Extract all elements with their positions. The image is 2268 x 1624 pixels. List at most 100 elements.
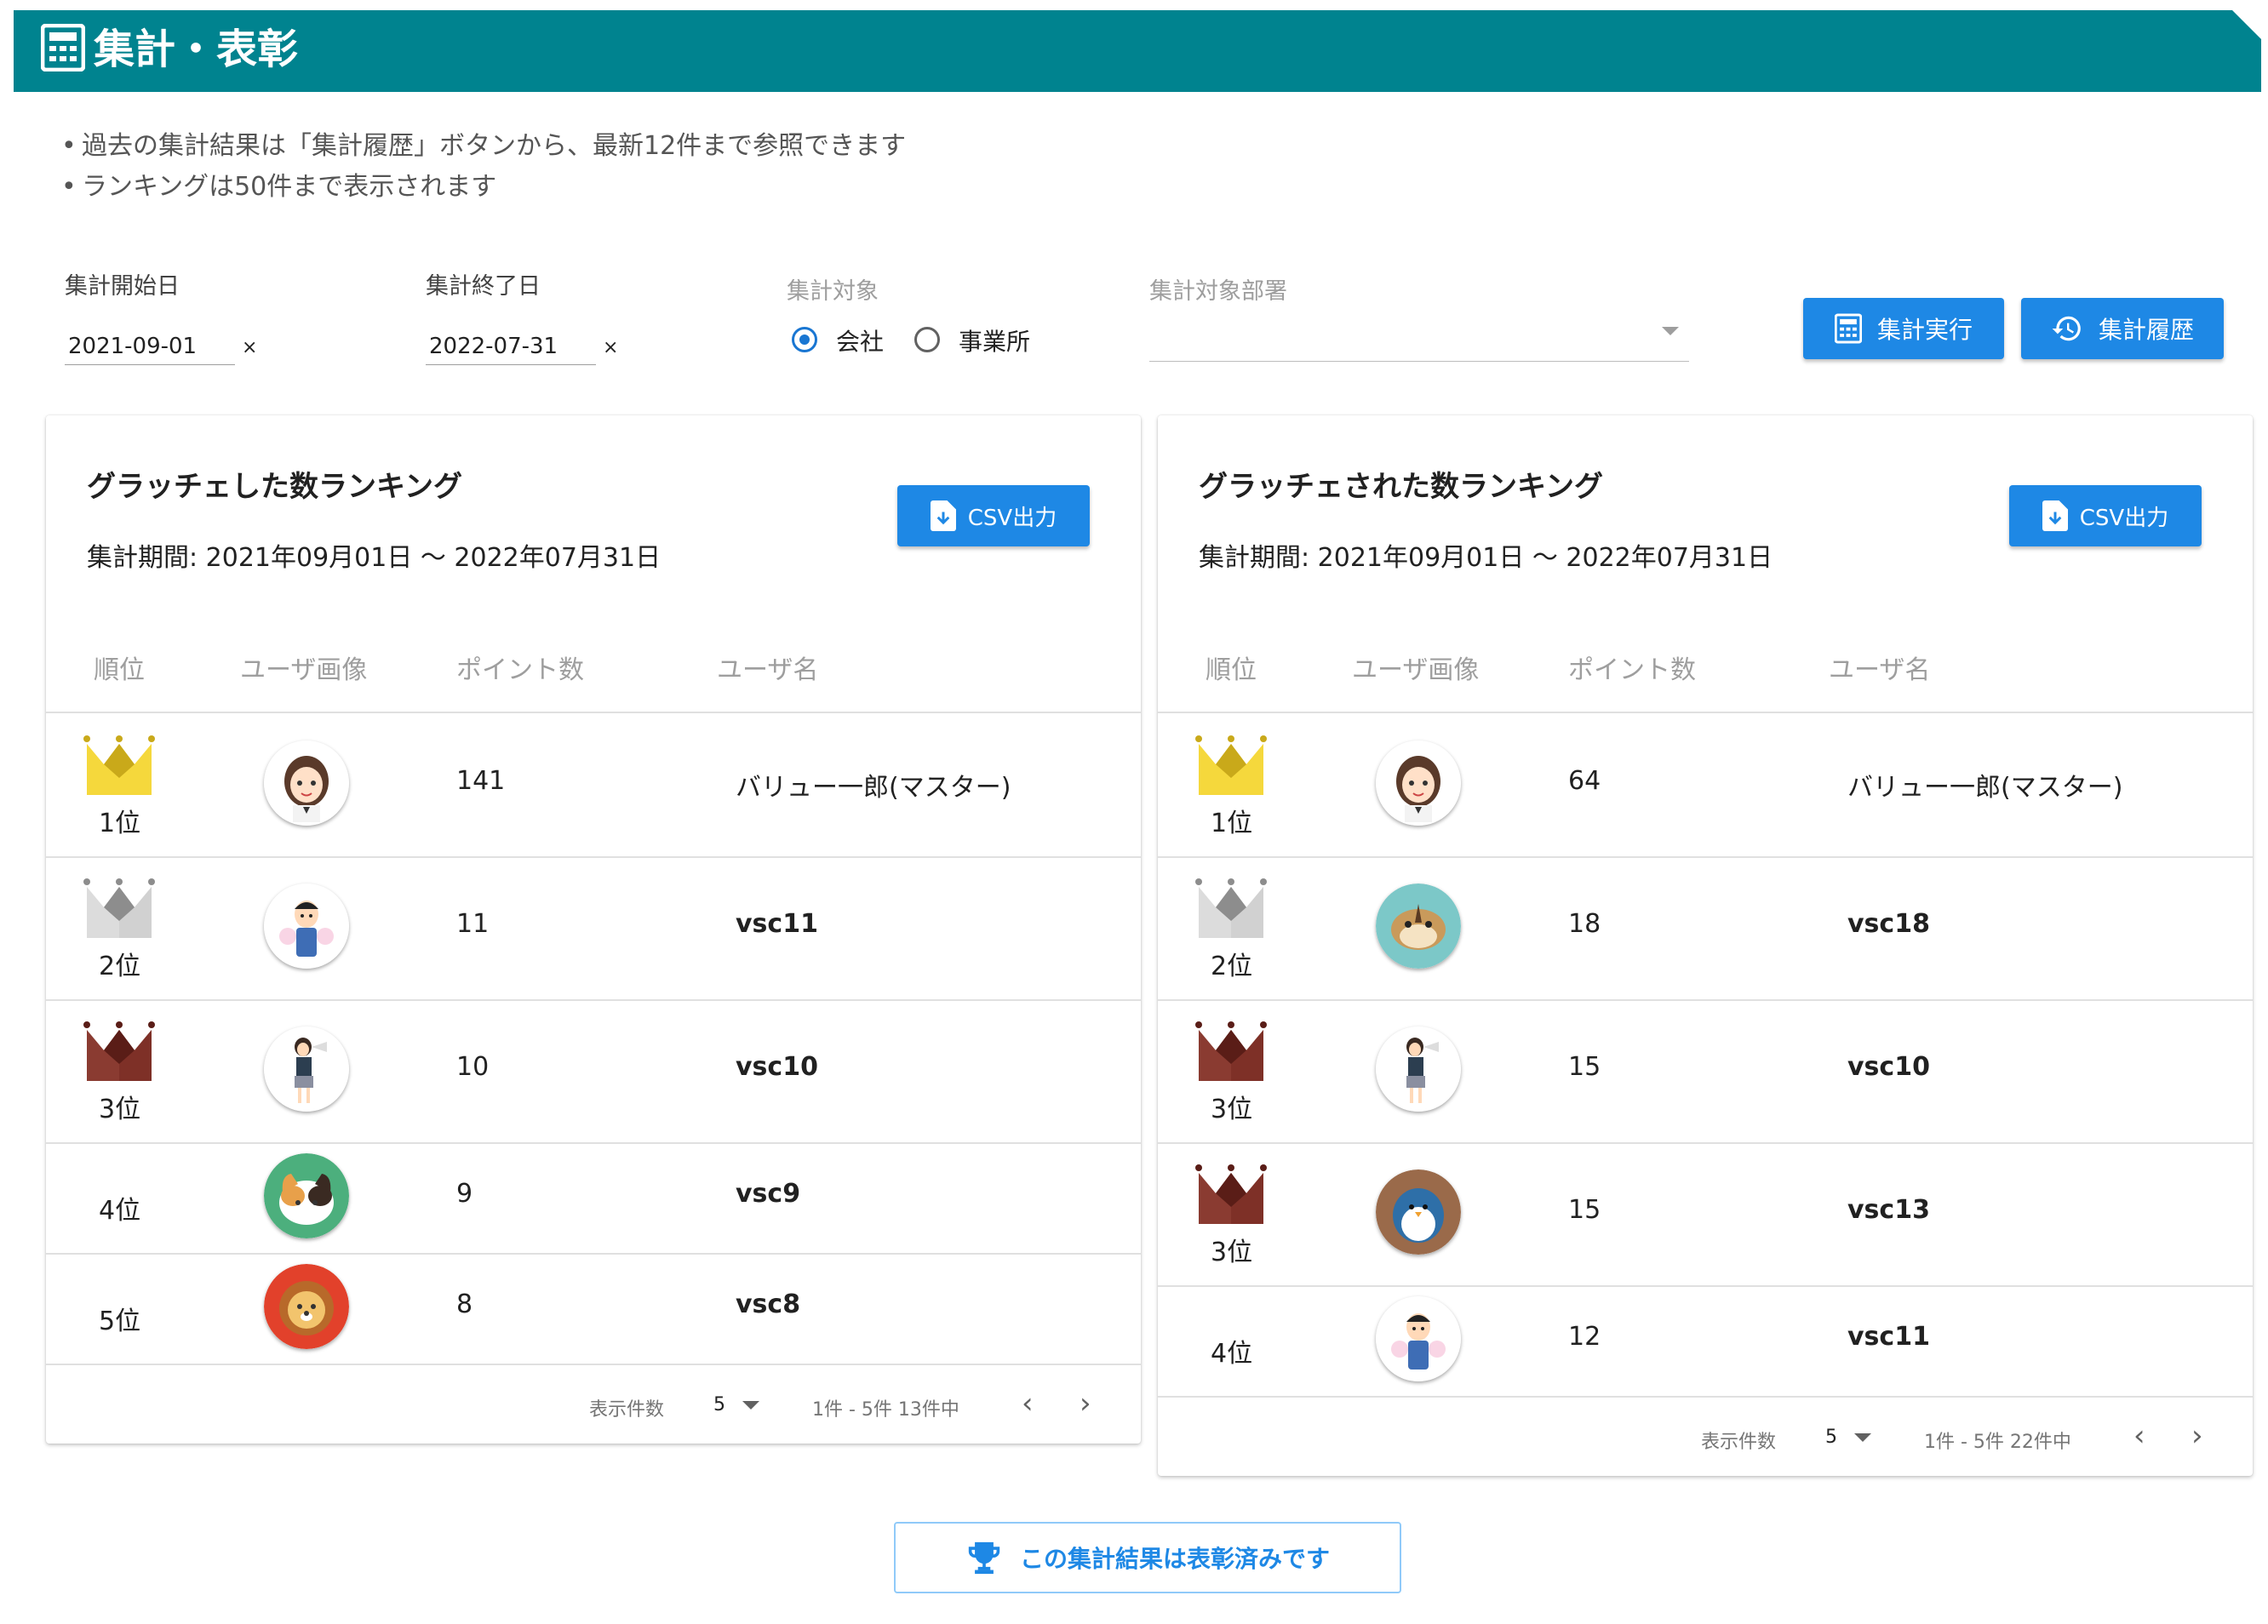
- radio-company[interactable]: [792, 327, 817, 352]
- received-prev-page-icon[interactable]: ‹: [2133, 1421, 2145, 1450]
- user-name-cell: vsc11: [736, 909, 818, 939]
- given-ranking-period: 集計期間: 2021年09月01日 〜 2022年07月31日: [87, 543, 662, 573]
- rank-label: 3位: [99, 1095, 141, 1124]
- dept-dropdown-icon[interactable]: [1662, 327, 1679, 335]
- given-ranking-title: グラッチェした数ランキング: [87, 470, 462, 504]
- user-name-cell: vsc18: [1847, 909, 1930, 939]
- points-cell: 64: [1568, 766, 1601, 796]
- table-row-divider: [46, 856, 1141, 858]
- received-next-page-icon[interactable]: ›: [2191, 1421, 2203, 1450]
- run-aggregation-label: 集計実行: [1876, 316, 1973, 344]
- rank-label: 2位: [99, 952, 141, 981]
- note-ranking-limit: ランキングは50件まで表示されます: [61, 170, 496, 204]
- given-per-page-label: 表示件数: [589, 1399, 665, 1421]
- points-cell: 141: [456, 766, 506, 796]
- start-date-clear-icon[interactable]: ×: [242, 337, 257, 358]
- received-page-range: 1件 - 5件 22件中: [1924, 1432, 2071, 1453]
- radio-office[interactable]: [914, 327, 940, 352]
- table-row-divider: [1158, 1285, 2253, 1287]
- rank-crown-silver-icon: [1195, 873, 1267, 945]
- history-icon: [2052, 316, 2081, 341]
- user-name-cell: vsc13: [1847, 1195, 1930, 1225]
- radio-office-label[interactable]: 事業所: [959, 323, 1030, 357]
- history-button[interactable]: 集計履歴: [2021, 298, 2224, 359]
- rank-label: 4位: [1211, 1339, 1253, 1369]
- rank-crown-gold-icon: [1195, 730, 1267, 802]
- dept-select[interactable]: [1149, 330, 1689, 362]
- given-per-page-select[interactable]: 5: [713, 1394, 725, 1415]
- end-date-label: 集計終了日: [426, 273, 541, 300]
- cat-avatar: [264, 1153, 349, 1238]
- given-csv-export-button[interactable]: CSV出力: [897, 485, 1090, 546]
- rank-label: 3位: [1211, 1238, 1253, 1267]
- rank-crown-bronze-icon: [1195, 1159, 1267, 1231]
- given-page-range: 1件 - 5件 13件中: [812, 1399, 959, 1421]
- start-date-input[interactable]: 2021-09-01: [65, 330, 235, 365]
- user-name-cell: vsc10: [1847, 1052, 1930, 1082]
- column-user-image[interactable]: ユーザ画像: [240, 649, 367, 686]
- rank-crown-bronze-icon: [1195, 1016, 1267, 1088]
- given-next-page-icon[interactable]: ›: [1080, 1389, 1091, 1418]
- rank-crown-silver-icon: [83, 873, 155, 945]
- awarded-status-label: この集計結果は表彰済みです: [1019, 1545, 1330, 1573]
- radio-company-label[interactable]: 会社: [836, 323, 884, 357]
- points-cell: 11: [456, 909, 490, 939]
- rank-label: 5位: [99, 1307, 141, 1336]
- table-row-divider: [46, 1142, 1141, 1144]
- penguin-avatar: [1376, 1169, 1461, 1255]
- end-date-clear-icon[interactable]: ×: [603, 337, 618, 358]
- received-csv-export-button[interactable]: CSV出力: [2009, 485, 2202, 546]
- points-cell: 15: [1568, 1195, 1601, 1225]
- rank-label: 4位: [99, 1196, 141, 1226]
- calculator-icon: [1834, 313, 1862, 344]
- table-row-divider: [46, 999, 1141, 1001]
- user-name-cell: vsc10: [736, 1052, 818, 1082]
- user-name-cell: vsc8: [736, 1289, 801, 1319]
- file-download-icon: [2042, 500, 2068, 531]
- table-divider: [46, 712, 1141, 713]
- received-ranking-period: 集計期間: 2021年09月01日 〜 2022年07月31日: [1199, 543, 1773, 573]
- points-cell: 12: [1568, 1322, 1601, 1352]
- awarded-status-button[interactable]: この集計結果は表彰済みです: [894, 1522, 1401, 1593]
- received-per-page-select[interactable]: 5: [1825, 1427, 1837, 1448]
- lion-avatar: [264, 1264, 349, 1349]
- points-cell: 8: [456, 1289, 473, 1319]
- page-title: 集計・表彰: [94, 26, 299, 73]
- dept-label: 集計対象部署: [1149, 278, 1287, 305]
- run-aggregation-button[interactable]: 集計実行: [1803, 298, 2004, 359]
- calculator-icon: [41, 24, 85, 71]
- received-per-page-label: 表示件数: [1701, 1432, 1777, 1453]
- table-divider: [1158, 712, 2253, 713]
- user-name-cell: vsc11: [1847, 1322, 1930, 1352]
- points-cell: 15: [1568, 1052, 1601, 1082]
- user-name-cell: バリュー一郎(マスター): [1847, 773, 2123, 803]
- column-rank[interactable]: 順位: [1206, 649, 1257, 686]
- column-user-name[interactable]: ユーザ名: [1829, 649, 1930, 686]
- boy-avatar: [264, 883, 349, 969]
- table-row-divider: [46, 1364, 1141, 1365]
- target-label: 集計対象: [787, 278, 879, 305]
- column-user-name[interactable]: ユーザ名: [717, 649, 818, 686]
- column-points[interactable]: ポイント数: [1568, 649, 1696, 686]
- page-header: [14, 10, 2261, 92]
- points-cell: 18: [1568, 909, 1601, 939]
- column-user-image[interactable]: ユーザ画像: [1352, 649, 1479, 686]
- received-csv-export-label: CSV出力: [2079, 505, 2169, 531]
- given-prev-page-icon[interactable]: ‹: [1022, 1389, 1034, 1418]
- girl-avatar: [1376, 741, 1461, 826]
- table-row-divider: [46, 1253, 1141, 1255]
- start-date-label: 集計開始日: [65, 273, 180, 300]
- column-points[interactable]: ポイント数: [456, 649, 584, 686]
- rank-crown-gold-icon: [83, 730, 155, 802]
- given-csv-export-label: CSV出力: [967, 505, 1057, 531]
- rank-label: 1位: [1211, 809, 1253, 838]
- given-per-page-dropdown-icon[interactable]: [742, 1401, 759, 1410]
- column-rank[interactable]: 順位: [94, 649, 145, 686]
- end-date-input[interactable]: 2022-07-31: [426, 330, 596, 365]
- user-name-cell: バリュー一郎(マスター): [736, 773, 1011, 803]
- received-per-page-dropdown-icon[interactable]: [1854, 1433, 1871, 1442]
- points-cell: 9: [456, 1179, 473, 1209]
- rank-label: 1位: [99, 809, 141, 838]
- received-ranking-title: グラッチェされた数ランキング: [1199, 470, 1603, 504]
- rank-label: 3位: [1211, 1095, 1253, 1124]
